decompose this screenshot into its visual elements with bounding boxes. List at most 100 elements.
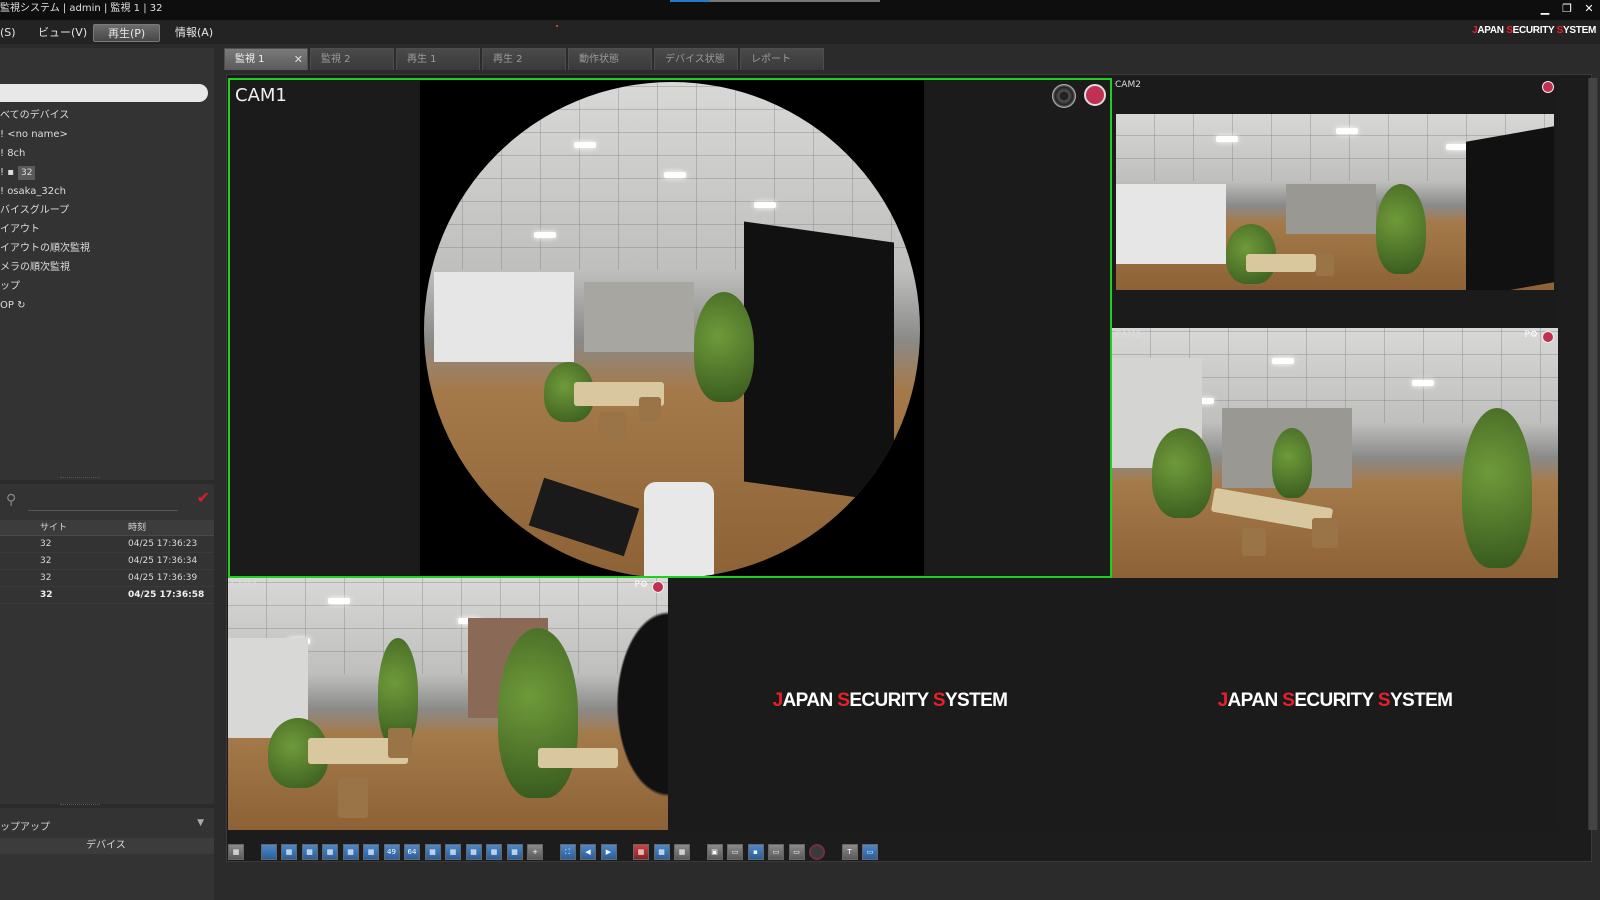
fisheye-image (424, 82, 920, 576)
next-page-icon[interactable]: ▶ (600, 844, 617, 860)
layout-1-icon[interactable] (260, 844, 277, 860)
layout-64-icon[interactable]: 64 (404, 844, 420, 860)
ptz-icon[interactable]: P⚙ (1525, 330, 1539, 340)
monitor-icon[interactable]: ▭ (768, 844, 784, 860)
camera-view-cam2[interactable]: CAM2 (1112, 78, 1558, 328)
panel-splitter[interactable] (60, 804, 100, 806)
record-icon[interactable] (1084, 84, 1106, 106)
close-icon[interactable]: ✕ (1582, 0, 1596, 18)
tab-device-status[interactable]: デバイス状態 (654, 48, 738, 70)
left-panel: べてのデバイス ! <no name> ! 8ch ! ▪ 32 ! osaka_… (0, 44, 218, 900)
tree-item-op[interactable]: OP ↻ (0, 296, 90, 315)
camera-label: CAM2 (1115, 80, 1141, 90)
prev-page-icon[interactable]: ◀ (580, 844, 596, 860)
minimize-icon[interactable]: ▁ (1538, 0, 1552, 18)
camera-view-empty[interactable]: JAPAN SECURITY SYSTEM (668, 578, 1112, 830)
close-icon[interactable]: ✕ (294, 49, 303, 71)
tree-item-device-group[interactable]: バイスグループ (0, 201, 90, 220)
tab-playback-1[interactable]: 再生 1 (396, 48, 480, 70)
table-row[interactable]: 32 04/25 17:36:58 (0, 587, 214, 604)
menu-playback[interactable]: 再生(P) (93, 24, 161, 42)
tab-report[interactable]: レポート (740, 48, 824, 70)
search-icon[interactable]: ⚲ (6, 492, 16, 508)
office-scene (1112, 328, 1558, 578)
layout-e-icon[interactable]: ▦ (506, 844, 523, 860)
layout-d-icon[interactable]: ▦ (486, 844, 502, 860)
save-icon[interactable]: ▪ (747, 844, 764, 860)
popup-panel: ップアップ ▼ デバイス (0, 808, 214, 900)
device-tree-panel: べてのデバイス ! <no name> ! 8ch ! ▪ 32 ! osaka_… (0, 48, 214, 480)
camera-view-cam1[interactable]: CAM1 (228, 78, 1112, 578)
text-overlay-icon[interactable]: T (841, 844, 858, 860)
tree-item-layout-sequence[interactable]: イアウトの順次監視 (0, 239, 90, 258)
layout-c-icon[interactable]: ▦ (465, 844, 482, 860)
window-search-icon[interactable]: ▭ (862, 844, 878, 860)
snapshot-icon[interactable]: ▦ (674, 844, 690, 860)
tab-playback-2[interactable]: 再生 2 (482, 48, 566, 70)
table-row[interactable]: 32 04/25 17:36:39 (0, 570, 214, 587)
tab-monitor-2[interactable]: 監視 2 (310, 48, 394, 70)
layout-16-icon[interactable]: ▦ (342, 844, 359, 860)
main-area: 監視 1 ✕ 監視 2 再生 1 再生 2 動作状態 デバイス状態 レポート C… (222, 44, 1600, 900)
layout-6-icon[interactable]: ▦ (301, 844, 318, 860)
layout-a-icon[interactable]: ▦ (424, 844, 441, 860)
tab-monitor-1[interactable]: 監視 1 ✕ (224, 48, 308, 70)
layout-custom-icon[interactable]: ▦ (228, 844, 244, 860)
fullscreen-icon[interactable]: ⛶ (559, 844, 576, 860)
layout-49-icon[interactable]: 49 (383, 844, 400, 860)
sequence-icon[interactable]: ▦ (633, 844, 649, 860)
multi-monitor-icon[interactable]: ▭ (788, 844, 805, 860)
tree-item-layout[interactable]: イアウト (0, 220, 90, 239)
scrollbar-thumb[interactable] (1589, 78, 1597, 830)
record-icon[interactable] (1542, 331, 1554, 343)
tree-item-all-devices[interactable]: べてのデバイス (0, 106, 90, 125)
lens-edge (598, 578, 668, 830)
tree-item-camera-sequence[interactable]: メラの順次監視 (0, 258, 90, 277)
window-controls: ▁ ❐ ✕ (1538, 0, 1596, 18)
layout-25-icon[interactable]: ▦ (363, 844, 379, 860)
record-all-icon[interactable] (809, 844, 825, 860)
table-row[interactable]: 32 04/25 17:36:34 (0, 553, 214, 570)
vertical-scrollbar[interactable] (1588, 78, 1598, 830)
tab-operation-status[interactable]: 動作状態 (568, 48, 652, 70)
record-icon[interactable] (1542, 81, 1554, 93)
ptz-icon[interactable]: P⚙ (635, 580, 649, 590)
layout-9-icon[interactable]: ▦ (322, 844, 338, 860)
tree-item-map[interactable]: ップ (0, 277, 90, 296)
cube-icon[interactable]: ▣ (706, 844, 723, 860)
camera-view-empty[interactable]: JAPAN SECURITY SYSTEM (1112, 578, 1558, 830)
brand-logo: JAPAN SECURITY SYSTEM (1217, 690, 1453, 711)
tree-item-8ch[interactable]: ! 8ch (0, 144, 90, 163)
fisheye-lens-icon[interactable] (1052, 84, 1076, 108)
brand-logo: JAPAN SECURITY SYSTEM (1472, 25, 1596, 36)
maximize-icon[interactable]: ❐ (1560, 0, 1574, 18)
title-bar: 監視システム | admin | 監視 1 | 32 ▁ ❐ ✕ (0, 0, 1600, 20)
menu-info[interactable]: 情報(A) (161, 24, 227, 42)
add-icon[interactable]: + (527, 844, 543, 860)
table-row[interactable]: 32 04/25 17:36:23 (0, 536, 214, 553)
site-badge: 32 (17, 165, 36, 180)
layout-b-icon[interactable]: ▦ (445, 844, 461, 860)
record-icon[interactable] (652, 581, 664, 593)
checkmark-icon[interactable]: ✔ (197, 488, 210, 507)
menu-bar: (S) ビュー(V) 再生(P) 情報(A) JAPAN SECURITY SY… (0, 20, 1600, 44)
title-accent-blue (670, 0, 710, 2)
device-search-input[interactable] (0, 84, 208, 102)
panel-splitter[interactable] (60, 477, 100, 479)
event-filter-input[interactable] (28, 510, 178, 511)
popup-table-header: デバイス (0, 838, 214, 854)
tree-item-no-name[interactable]: ! <no name> (0, 125, 90, 144)
device-tree: べてのデバイス ! <no name> ! 8ch ! ▪ 32 ! osaka_… (0, 106, 90, 315)
popup-title: ップアップ (0, 822, 50, 833)
layout-4-icon[interactable]: ▦ (281, 844, 297, 860)
instant-playback-icon[interactable]: ▦ (653, 844, 670, 860)
brand-logo: JAPAN SECURITY SYSTEM (772, 690, 1008, 711)
keyboard-icon[interactable]: ▭ (727, 844, 743, 860)
office-scene (424, 82, 920, 576)
tree-item-32[interactable]: ! ▪ 32 (0, 163, 90, 182)
camera-view-cam3[interactable]: CAM3 P⚙ (1112, 328, 1558, 578)
chevron-down-icon[interactable]: ▼ (197, 818, 204, 828)
camera-view-cam4[interactable]: CAM4 P⚙ (228, 578, 668, 830)
tree-item-osaka[interactable]: ! osaka_32ch (0, 182, 90, 201)
menu-view[interactable]: ビュー(V) (24, 24, 101, 42)
